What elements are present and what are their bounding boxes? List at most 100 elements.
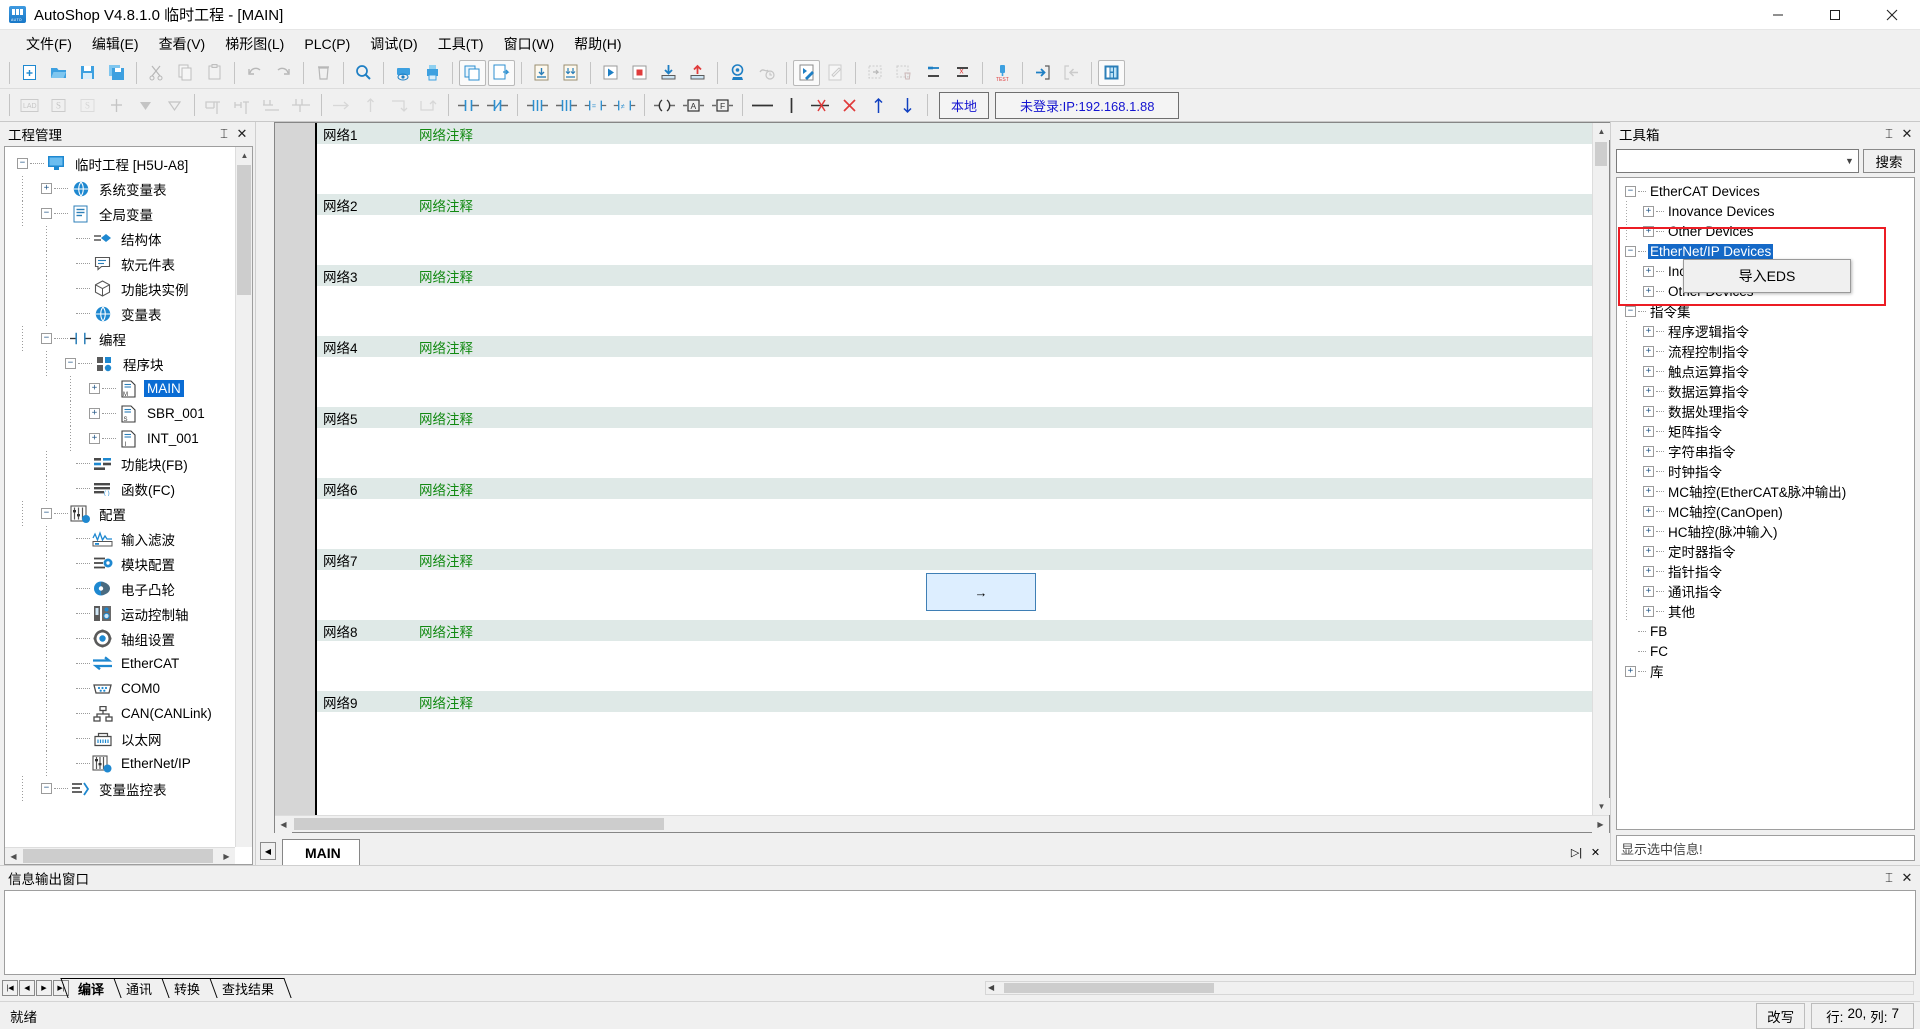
open-folder-icon[interactable] [45, 60, 72, 86]
contact-rise-icon[interactable] [524, 92, 551, 118]
expand-icon[interactable]: + [1643, 386, 1654, 397]
move-down-outline-icon[interactable] [161, 92, 188, 118]
cut-icon[interactable] [143, 60, 170, 86]
menu-ladder[interactable]: 梯形图(L) [215, 30, 294, 58]
run-icon[interactable] [597, 60, 624, 86]
pin-icon[interactable]: ⌶ [1880, 125, 1898, 143]
project-tree-item-8[interactable]: −程序块 [5, 351, 252, 376]
expand-icon[interactable]: + [1643, 526, 1654, 537]
search-button[interactable]: 搜索 [1863, 149, 1915, 173]
close-button[interactable] [1863, 0, 1920, 30]
toolbox-tree-item-13[interactable]: +字符串指令 [1617, 441, 1914, 461]
branch-cross-icon[interactable] [288, 92, 315, 118]
network-body[interactable] [317, 215, 1592, 265]
search-combobox[interactable]: ▼ [1616, 149, 1859, 173]
network-comment[interactable]: 网络注释 [419, 692, 473, 712]
contact-neq-icon[interactable]: ≠ [611, 92, 638, 118]
arrow-up-icon[interactable] [865, 92, 892, 118]
toolbox-tree-item-17[interactable]: +HC轴控(脉冲输入) [1617, 521, 1914, 541]
network-header[interactable]: 网络1网络注释 [317, 123, 1592, 144]
close-icon[interactable]: ✕ [1898, 125, 1916, 143]
scroll-left-icon[interactable]: ◀ [5, 848, 22, 865]
expand-icon[interactable]: + [1643, 226, 1654, 237]
monitor-icon[interactable] [724, 60, 751, 86]
arrow-down-icon[interactable] [894, 92, 921, 118]
network-body[interactable]: → [317, 570, 1592, 620]
network-comment[interactable]: 网络注释 [419, 621, 473, 641]
expand-icon[interactable]: + [41, 183, 52, 194]
tab-close-icon[interactable]: ✕ [1587, 844, 1604, 861]
network-comment[interactable]: 网络注释 [419, 124, 473, 144]
toolbox-tree-item-22[interactable]: FB [1617, 621, 1914, 641]
print-preview-icon[interactable] [390, 60, 417, 86]
print-icon[interactable] [419, 60, 446, 86]
network-header[interactable]: 网络2网络注释 [317, 194, 1592, 215]
network-body[interactable] [317, 357, 1592, 407]
project-tree-item-12[interactable]: 功能块(FB) [5, 451, 252, 476]
menu-view[interactable]: 查看(V) [149, 30, 216, 58]
collapse-icon[interactable]: − [41, 333, 52, 344]
upload-from-plc-icon[interactable] [684, 60, 711, 86]
contact-fall-icon[interactable] [553, 92, 580, 118]
project-tree-item-14[interactable]: −配置 [5, 501, 252, 526]
expand-icon[interactable]: + [1643, 606, 1654, 617]
network-header[interactable]: 网络5网络注释 [317, 407, 1592, 428]
edit-run-icon[interactable] [793, 60, 820, 86]
clear-device-icon[interactable] [862, 60, 889, 86]
network-comment[interactable]: 网络注释 [419, 408, 473, 428]
output-hscrollbar[interactable]: ◀ [985, 981, 1914, 995]
toolbox-tree-item-9[interactable]: +触点运算指令 [1617, 361, 1914, 381]
toolbox-tree-item-3[interactable]: −EtherNet/IP Devices [1617, 241, 1914, 261]
connection-status-indicator[interactable]: 未登录:IP:192.168.1.88 [995, 92, 1179, 119]
project-tree-item-23[interactable]: 以太网 [5, 726, 252, 751]
line-corner-up-icon[interactable] [415, 92, 442, 118]
project-tree-item-15[interactable]: 输入滤波 [5, 526, 252, 551]
branch-double-icon[interactable] [230, 92, 257, 118]
toolbox-tree-item-12[interactable]: +矩阵指令 [1617, 421, 1914, 441]
undo-icon[interactable] [241, 60, 268, 86]
scroll-right-icon[interactable]: ▶ [1592, 816, 1609, 833]
tab-main[interactable]: MAIN [282, 839, 360, 865]
pin-icon[interactable]: ⌶ [1880, 869, 1898, 887]
menu-edit[interactable]: 编辑(E) [82, 30, 149, 58]
expand-icon[interactable]: + [89, 383, 100, 394]
expand-icon[interactable]: + [1643, 346, 1654, 357]
compile-icon[interactable] [459, 60, 486, 86]
save-all-icon[interactable] [103, 60, 130, 86]
tab-scroll-left-icon[interactable]: ◀ [260, 842, 276, 860]
expand-icon[interactable]: + [1643, 446, 1654, 457]
network-header[interactable]: 网络4网络注释 [317, 336, 1592, 357]
branch-lower-icon[interactable] [259, 92, 286, 118]
toolbox-tree-item-15[interactable]: +MC轴控(EtherCAT&脉冲输出) [1617, 481, 1914, 501]
expand-icon[interactable]: + [89, 433, 100, 444]
device-panel-icon[interactable] [1098, 60, 1125, 86]
vscroll-thumb[interactable] [1595, 142, 1607, 166]
usb-test-icon[interactable]: TEST [989, 60, 1016, 86]
context-menu[interactable]: 导入EDS [1683, 259, 1851, 293]
stl-mode-icon[interactable]: S [45, 92, 72, 118]
ladder-canvas[interactable]: 网络1网络注释网络2网络注释网络3网络注释网络4网络注释网络5网络注释网络6网络… [317, 123, 1592, 815]
stop-icon[interactable] [626, 60, 653, 86]
hscroll-thumb[interactable] [23, 849, 213, 863]
project-tree-item-22[interactable]: CAN(CANLink) [5, 701, 252, 726]
expand-icon[interactable]: + [1643, 486, 1654, 497]
toolbox-tree-item-6[interactable]: −指令集 [1617, 301, 1914, 321]
network-header[interactable]: 网络8网络注释 [317, 620, 1592, 641]
toolbox-tree-item-16[interactable]: +MC轴控(CanOpen) [1617, 501, 1914, 521]
delete-cross-icon[interactable] [836, 92, 863, 118]
menu-plc[interactable]: PLC(P) [294, 32, 360, 56]
minimize-button[interactable] [1749, 0, 1806, 30]
network-body[interactable] [317, 428, 1592, 478]
toolbox-tree-item-2[interactable]: +Other Devices [1617, 221, 1914, 241]
chevron-down-icon[interactable]: ▼ [1841, 150, 1858, 172]
project-tree-item-10[interactable]: +SSBR_001 [5, 401, 252, 426]
line-right-icon[interactable] [328, 92, 355, 118]
line-up-icon[interactable] [357, 92, 384, 118]
ladder-vscrollbar[interactable]: ▲ ▼ [1592, 123, 1609, 815]
contact-compare-icon[interactable]: = [582, 92, 609, 118]
project-tree-item-24[interactable]: EtherNet/IP [5, 751, 252, 776]
collapse-icon[interactable]: − [1625, 246, 1636, 257]
stl2-mode-icon[interactable]: S [74, 92, 101, 118]
toolbox-tree-item-21[interactable]: +其他 [1617, 601, 1914, 621]
expand-icon[interactable]: + [1643, 566, 1654, 577]
